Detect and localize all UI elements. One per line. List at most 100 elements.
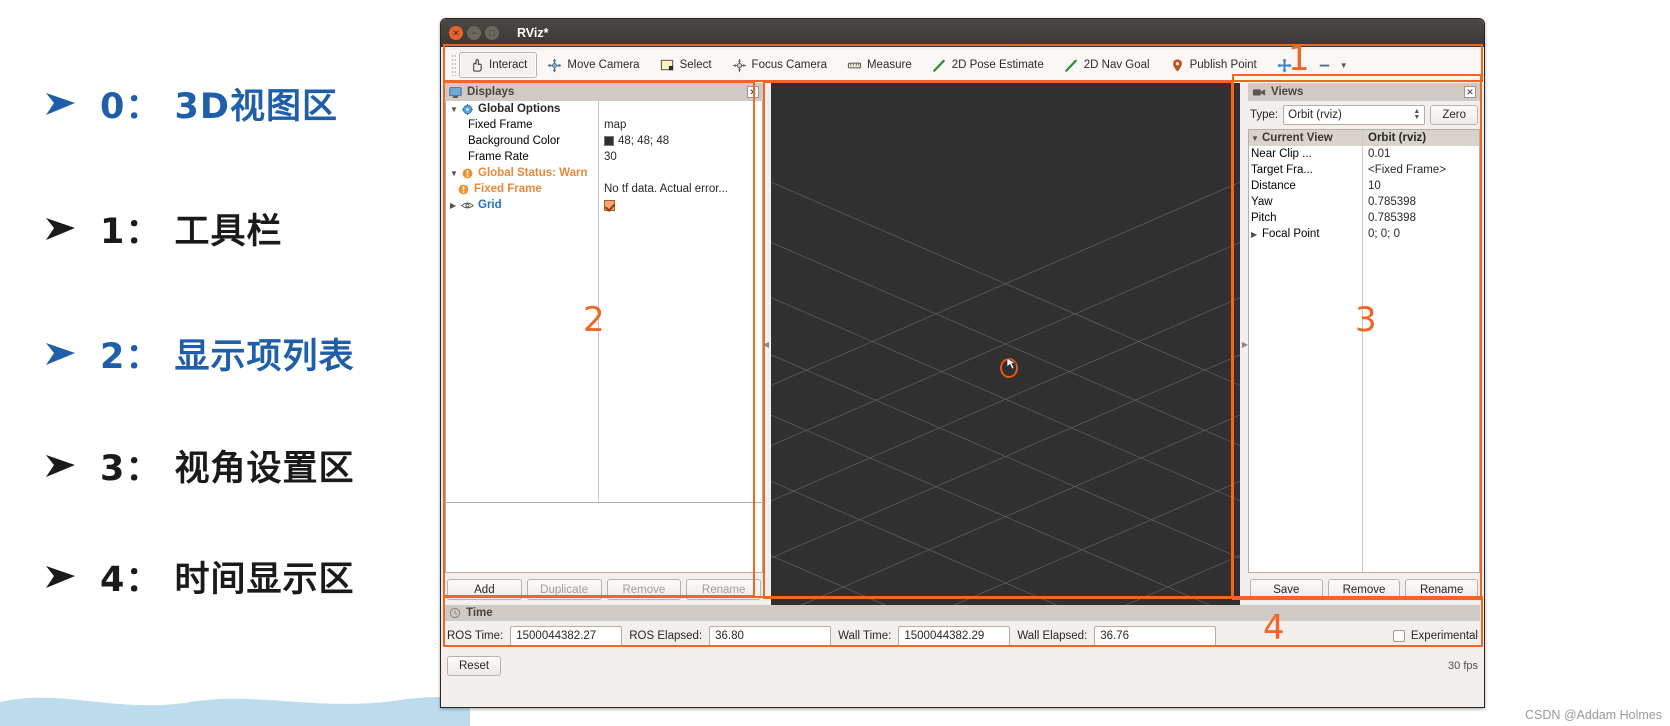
select-rect-icon [660, 59, 673, 70]
grid-enabled-checkbox[interactable] [604, 199, 615, 211]
tool-select[interactable]: Select [650, 52, 722, 78]
table-row[interactable]: ▶ Grid [446, 197, 762, 213]
twisty-icon[interactable]: ▼ [450, 169, 461, 178]
duplicate-button[interactable]: Duplicate [526, 579, 602, 600]
displays-description-box [445, 503, 763, 573]
spinner-icon[interactable]: ▲ ▼ [1413, 108, 1420, 121]
remove-button[interactable]: Remove [606, 579, 682, 600]
close-icon[interactable]: ✕ [1464, 86, 1476, 98]
twisty-icon[interactable]: ▼ [1251, 134, 1262, 143]
row-name: Near Clip ... [1251, 148, 1312, 160]
tool-label: Publish Point [1189, 59, 1257, 71]
rename-view-button[interactable]: Rename [1405, 579, 1479, 600]
tool-overflow[interactable]: ▼ [1307, 52, 1358, 78]
row-value: <Fixed Frame> [1368, 164, 1446, 176]
wall-elapsed-label: Wall Elapsed: [1017, 630, 1088, 642]
left-splitter-handle[interactable]: ◀ [763, 83, 769, 605]
row-name: Distance [1251, 180, 1296, 192]
row-name: Target Fra... [1251, 164, 1313, 176]
minimize-icon[interactable]: − [467, 26, 481, 40]
table-row[interactable]: ▼ Global Status: Warn [446, 165, 762, 181]
view-type-row: Type: Orbit (rviz) ▲ ▼ Zero [1248, 101, 1480, 129]
close-icon[interactable]: ✕ [747, 86, 759, 98]
table-row[interactable]: ▼ Global Options [446, 101, 762, 117]
row-name: Pitch [1251, 212, 1277, 224]
hand-icon [473, 58, 482, 72]
maximize-icon[interactable]: □ [485, 26, 499, 40]
wall-elapsed-input[interactable]: 36.76 [1094, 625, 1217, 647]
cursor-icon [1000, 357, 1019, 379]
3d-view[interactable] [771, 83, 1240, 605]
twisty-icon[interactable]: ▼ [450, 105, 461, 114]
arrow-bullet-icon [46, 217, 75, 240]
color-swatch[interactable] [604, 136, 614, 146]
type-label: Type: [1250, 109, 1279, 121]
toolbar: Interact Move Camera Select Focus Camera… [445, 50, 1480, 80]
table-row[interactable]: Target Fra... <Fixed Frame> [1249, 162, 1479, 178]
ros-elapsed-input[interactable]: 36.80 [709, 625, 832, 647]
save-button[interactable]: Save [1250, 579, 1323, 600]
bullet-label: 3： 视角设置区 [100, 449, 355, 489]
table-row[interactable]: ▶ Focal Point 0; 0; 0 [1249, 226, 1479, 242]
table-row[interactable]: Yaw 0.785398 [1249, 194, 1479, 210]
ros-time-input[interactable]: 1500044382.27 [510, 625, 623, 647]
view-type-value: Orbit (rviz) [1288, 109, 1342, 121]
experimental-checkbox[interactable] [1392, 630, 1405, 642]
tool-label: 2D Pose Estimate [951, 59, 1044, 71]
twisty-icon[interactable]: ▶ [450, 201, 461, 210]
move-camera-icon [548, 58, 562, 72]
table-row[interactable]: Pitch 0.785398 [1249, 210, 1479, 226]
table-row[interactable]: Distance 10 [1249, 178, 1479, 194]
window-titlebar: ✕ − □ RViz* [441, 19, 1484, 47]
monitor-icon [449, 86, 462, 98]
tool-interact[interactable]: Interact [459, 52, 538, 78]
bullet-label: 4： 时间显示区 [100, 560, 355, 600]
close-icon[interactable]: ✕ [449, 26, 463, 40]
slide-root: 0： 3D视图区 1： 工具栏 2： 显示项列表 3： 视角设置区 4： 时间显 [0, 0, 1670, 726]
zero-button[interactable]: Zero [1430, 105, 1478, 125]
row-value: 48; 48; 48 [618, 135, 670, 147]
row-name: Fixed Frame [474, 183, 542, 195]
row-value: 0.01 [1368, 148, 1391, 160]
wall-time-input[interactable]: 1500044382.29 [898, 625, 1011, 647]
tool-measure[interactable]: Measure [837, 52, 922, 78]
tool-move-camera[interactable]: Move Camera [537, 52, 649, 78]
tool-focus-camera[interactable]: Focus Camera [722, 52, 837, 78]
view-type-select[interactable]: Orbit (rviz) ▲ ▼ [1283, 105, 1426, 125]
tool-publish-point[interactable]: Publish Point [1160, 52, 1267, 78]
row-value: Orbit (rviz) [1368, 132, 1427, 144]
add-button[interactable]: Add [447, 579, 522, 600]
table-row[interactable]: Background Color 48; 48; 48 [446, 133, 762, 149]
nav-goal-arrow-icon [1064, 59, 1077, 72]
reset-button[interactable]: Reset [447, 656, 502, 676]
views-panel-header: Views ✕ [1248, 83, 1480, 101]
table-row[interactable]: Near Clip ... 0.01 [1249, 146, 1479, 162]
table-row[interactable]: ▼ Current View Orbit (rviz) [1249, 130, 1479, 146]
rename-button[interactable]: Rename [686, 579, 761, 600]
minus-icon [1319, 64, 1329, 66]
views-tree[interactable]: ▼ Current View Orbit (rviz) Near Clip ..… [1248, 129, 1480, 573]
toolbar-region: Interact Move Camera Select Focus Camera… [441, 47, 1484, 83]
remove-view-button[interactable]: Remove [1327, 579, 1401, 600]
annotation-number-3: 3 [1355, 300, 1377, 340]
views-panel: Views ✕ Type: Orbit (rviz) ▲ ▼ Zero ▼ Cu… [1248, 83, 1480, 605]
row-value: 0.785398 [1368, 196, 1416, 208]
panel-title: Time [466, 607, 493, 619]
displays-button-bar: Add Duplicate Remove Rename [445, 573, 763, 605]
list-item: 3： 视角设置区 [44, 440, 355, 491]
chevron-down-icon: ▼ [1339, 60, 1348, 70]
watermark: CSDN @Addam Holmes [1524, 708, 1662, 722]
toolbar-grip[interactable] [451, 54, 456, 76]
tool-2d-nav-goal[interactable]: 2D Nav Goal [1054, 52, 1160, 78]
table-row[interactable]: Fixed Frame map [446, 117, 762, 133]
annotation-number-4: 4 [1263, 608, 1285, 648]
grid-icon [461, 202, 474, 208]
twisty-icon[interactable]: ▶ [1251, 230, 1262, 239]
table-row[interactable]: Fixed Frame No tf data. Actual error... [446, 181, 762, 197]
tool-2d-pose-estimate[interactable]: 2D Pose Estimate [922, 52, 1054, 78]
row-value: 10 [1368, 180, 1381, 192]
table-row[interactable]: Frame Rate 30 [446, 149, 762, 165]
focus-camera-icon [732, 58, 746, 72]
tool-label: Focus Camera [751, 59, 827, 71]
list-item: 1： 工具栏 [44, 203, 283, 254]
